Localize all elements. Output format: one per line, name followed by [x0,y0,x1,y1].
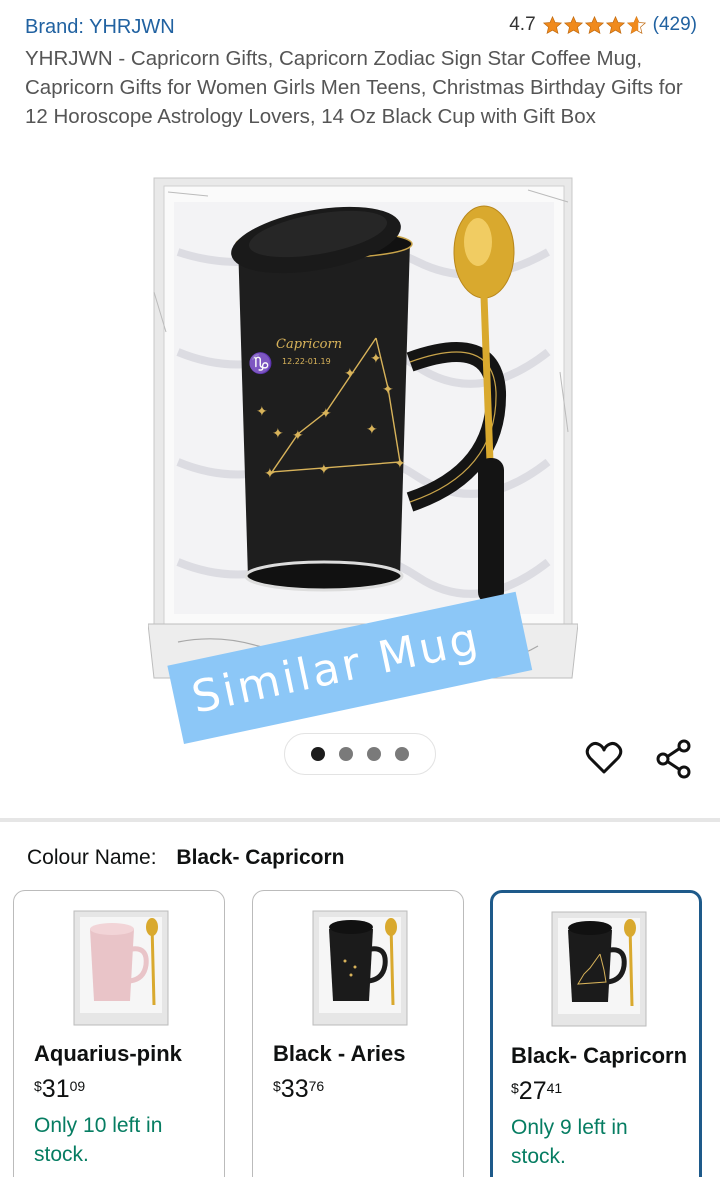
star-icon [605,15,625,34]
star-icon [584,15,604,34]
variant-name: Black- Capricorn [511,1043,688,1068]
image-carousel-dots[interactable] [284,733,436,775]
svg-text:✦: ✦ [370,351,382,367]
colour-name-label: Colour Name: [27,846,157,869]
price-fraction: 09 [69,1078,86,1094]
svg-text:✦: ✦ [320,406,332,422]
svg-text:✦: ✦ [272,426,284,442]
product-title: YHRJWN - Capricorn Gifts, Capricorn Zodi… [25,47,683,128]
price-whole: 31 [41,1075,70,1103]
svg-text:✦: ✦ [318,462,330,478]
carousel-dot[interactable] [339,747,353,761]
variant-name: Black - Aries [273,1041,406,1066]
carousel-dot[interactable] [367,747,381,761]
carousel-dot[interactable] [311,747,325,761]
price-fraction: 76 [308,1078,325,1094]
svg-text:♑: ♑ [248,351,273,375]
price-currency: $ [511,1080,519,1096]
svg-text:✦: ✦ [382,382,394,398]
stock-status: Only 9 left in stock. [511,1116,628,1168]
rating-value: 4.7 [509,14,536,35]
brand-link[interactable]: Brand: YHRJWN [25,16,175,39]
star-icon [542,15,562,34]
svg-text:✦: ✦ [344,366,356,382]
variant-price: $ 31 09 [34,1075,85,1104]
price-currency: $ [34,1078,42,1094]
svg-text:✦: ✦ [292,428,304,444]
price-whole: 27 [518,1077,547,1105]
section-divider [0,818,720,822]
svg-text:✦: ✦ [366,422,378,438]
variant-name: Aquarius-pink [34,1041,182,1066]
variant-card-black-capricorn[interactable]: Black- Capricorn $ 27 41 Only 9 left in … [490,890,702,1177]
variant-thumbnail [312,910,408,1026]
variant-thumbnail [551,911,647,1027]
heart-icon[interactable] [584,738,624,778]
mug-zodiac-text: Capricorn [276,337,342,352]
carousel-dot[interactable] [395,747,409,761]
variant-price: $ 27 41 [511,1077,562,1106]
mug-date-text: 12.22-01.19 [282,357,331,366]
colour-name-value: Black- Capricorn [176,846,345,869]
header-row: Brand: YHRJWN 4.7 (429) [25,14,697,44]
variant-card-black-aries[interactable]: Black - Aries $ 33 76 [252,890,464,1177]
variant-card-aquarius-pink[interactable]: Aquarius-pink $ 31 09 Only 10 left in st… [13,890,225,1177]
colour-name-row: Colour Name: Black- Capricorn [27,846,344,870]
variant-price: $ 33 76 [273,1075,324,1104]
share-icon[interactable] [654,738,696,780]
variant-thumbnail [73,910,169,1026]
star-icon [563,15,583,34]
price-currency: $ [273,1078,281,1094]
stock-status: Only 10 left in stock. [34,1114,163,1166]
half-star-icon [626,15,646,34]
rating-summary[interactable]: 4.7 (429) [509,14,697,36]
price-fraction: 41 [546,1080,563,1096]
svg-text:✦: ✦ [394,456,406,472]
star-rating [542,15,647,36]
review-count[interactable]: (429) [653,14,697,36]
price-whole: 33 [280,1075,309,1103]
svg-text:✦: ✦ [256,404,268,420]
svg-text:✦: ✦ [264,466,276,482]
